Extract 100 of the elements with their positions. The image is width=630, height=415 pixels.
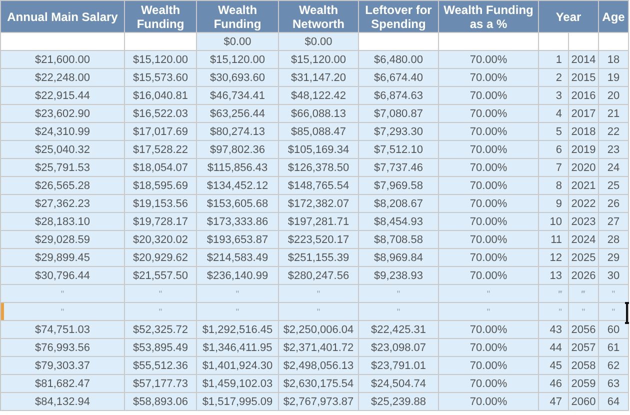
- column-header: Annual Main Salary: [0, 0, 124, 32]
- table-cell: 2060: [568, 392, 599, 410]
- table-cell: 45: [538, 356, 568, 374]
- table-cell: $24,310.99: [0, 122, 124, 140]
- table-cell: $1,346,411.95: [196, 338, 278, 356]
- table-cell: $22,248.00: [0, 68, 124, 86]
- table-cell: $148,765.54: [278, 176, 358, 194]
- table-cell: $79,303.37: [0, 356, 124, 374]
- table-cell: 11: [538, 230, 568, 248]
- table-cell: 70.00%: [438, 212, 538, 230]
- table-cell: 2024: [568, 230, 599, 248]
- table-cell: 70.00%: [438, 338, 538, 356]
- table-cell: 13: [538, 266, 568, 284]
- table-cell: 21: [598, 104, 629, 122]
- table-cell: 2015: [568, 68, 599, 86]
- table-cell: 70.00%: [438, 50, 538, 68]
- table-cell: 70.00%: [438, 374, 538, 392]
- table-cell: 60: [598, 320, 629, 338]
- table-cell: 19: [598, 68, 629, 86]
- table-cell: $1,292,516.45: [196, 320, 278, 338]
- table-cell: 2059: [568, 374, 599, 392]
- table-cell: $8,208.67: [358, 194, 438, 212]
- column-header: Wealth Networth: [278, 0, 358, 32]
- table-cell: 12: [538, 248, 568, 266]
- table-cell: 2020: [568, 158, 599, 176]
- table-cell: $22,915.44: [0, 86, 124, 104]
- table-cell: ": [0, 284, 124, 302]
- table-cell: $76,993.56: [0, 338, 124, 356]
- table-cell: 2025: [568, 248, 599, 266]
- table-cell: 2026: [568, 266, 599, 284]
- table-cell: $84,132.94: [0, 392, 124, 410]
- table-cell: $66,088.13: [278, 104, 358, 122]
- table-cell: 2056: [568, 320, 599, 338]
- table-cell: 46: [538, 374, 568, 392]
- table-cell: $6,874.63: [358, 86, 438, 104]
- table-cell: 70.00%: [438, 392, 538, 410]
- table-cell: $172,382.07: [278, 194, 358, 212]
- table-cell: 8: [538, 176, 568, 194]
- table-cell: 70.00%: [438, 158, 538, 176]
- table-cell: $30,796.44: [0, 266, 124, 284]
- table-cell: 70.00%: [438, 86, 538, 104]
- table-cell: 2021: [568, 176, 599, 194]
- table-cell: $7,293.30: [358, 122, 438, 140]
- table-cell: $74,751.03: [0, 320, 124, 338]
- table-cell: $18,054.07: [124, 158, 196, 176]
- table-cell: $17,528.22: [124, 140, 196, 158]
- table-cell: $27,362.23: [0, 194, 124, 212]
- table-cell: $85,088.47: [278, 122, 358, 140]
- table-cell: 70.00%: [438, 320, 538, 338]
- table-cell: $15,573.60: [124, 68, 196, 86]
- table-cell: $9,238.93: [358, 266, 438, 284]
- table-cell: $97,802.36: [196, 140, 278, 158]
- table-cell: 44: [538, 338, 568, 356]
- table-cell: 24: [598, 158, 629, 176]
- table-cell: 9: [538, 194, 568, 212]
- table-cell: ": [598, 284, 629, 302]
- column-header: Leftover for Spending: [358, 0, 438, 32]
- table-cell: 2057: [568, 338, 599, 356]
- table-cell: $20,929.62: [124, 248, 196, 266]
- column-header: Wealth Funding: [124, 0, 196, 32]
- table-cell: $2,630,175.54: [278, 374, 358, 392]
- column-header: Age: [598, 0, 629, 32]
- table-cell: ": [196, 284, 278, 302]
- table-cell: $23,791.01: [358, 356, 438, 374]
- column-header: Year: [538, 0, 599, 32]
- table-cell: 70.00%: [438, 248, 538, 266]
- table-cell: $0.00: [196, 32, 278, 50]
- column-header: Wealth Funding as a %: [438, 0, 538, 32]
- table-cell: $48,122.42: [278, 86, 358, 104]
- table-cell: $25,040.32: [0, 140, 124, 158]
- table-cell: $29,899.45: [0, 248, 124, 266]
- table-cell: $7,512.10: [358, 140, 438, 158]
- table-cell: $17,017.69: [124, 122, 196, 140]
- table-cell: $29,028.59: [0, 230, 124, 248]
- table-cell: $153,605.68: [196, 194, 278, 212]
- table-cell: 2019: [568, 140, 599, 158]
- cursor-icon: [624, 302, 630, 324]
- table-cell: ‴: [538, 284, 568, 302]
- table-cell: $26,565.28: [0, 176, 124, 194]
- table-cell: ": [124, 284, 196, 302]
- table-cell: $52,325.72: [124, 320, 196, 338]
- table-cell: $23,098.07: [358, 338, 438, 356]
- table-cell: $134,452.12: [196, 176, 278, 194]
- table-cell: $20,320.02: [124, 230, 196, 248]
- table-cell: 70.00%: [438, 104, 538, 122]
- table-cell: $30,693.60: [196, 68, 278, 86]
- table-cell: $1,459,102.03: [196, 374, 278, 392]
- table-cell: ": [278, 302, 358, 320]
- column-header: Wealth Funding: [196, 0, 278, 32]
- table-cell: 2022: [568, 194, 599, 212]
- table-cell: $31,147.20: [278, 68, 358, 86]
- table-cell: $19,728.17: [124, 212, 196, 230]
- table-cell: 70.00%: [438, 356, 538, 374]
- table-cell: $1,401,924.30: [196, 356, 278, 374]
- table-cell: $8,454.93: [358, 212, 438, 230]
- table-cell: 70.00%: [438, 140, 538, 158]
- table-cell: $236,140.99: [196, 266, 278, 284]
- table-cell: 43: [538, 320, 568, 338]
- table-cell: $8,969.84: [358, 248, 438, 266]
- table-cell: 47: [538, 392, 568, 410]
